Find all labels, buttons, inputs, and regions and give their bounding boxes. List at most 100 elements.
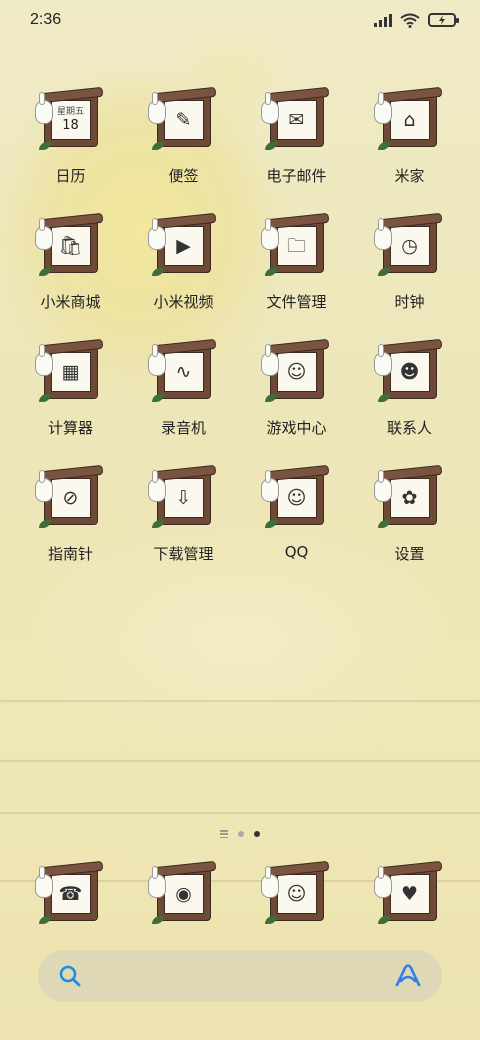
icon-glyph: ✿ (401, 486, 418, 509)
app-shortcut[interactable]: ✿ 设置 (353, 462, 466, 588)
leaf-decoration (377, 268, 390, 276)
search-icon[interactable] (58, 964, 82, 988)
settings-icon[interactable]: ✿ (373, 466, 442, 530)
status-bar: 2:36 (0, 0, 480, 40)
icon-glyph: ⌂ (403, 108, 416, 131)
page-dot[interactable] (238, 831, 244, 837)
email-icon[interactable]: ✉ (260, 88, 329, 152)
icon-glyph: ∿ (175, 360, 192, 383)
icon-glyph: ▦ (61, 360, 80, 383)
dock: ☎ ◉ ☺ ♥ (14, 858, 466, 928)
calendar-date: 星期五 18 (51, 100, 91, 140)
battery-charging-icon (428, 13, 459, 27)
app-label: 联系人 (386, 419, 432, 437)
app-label: 录音机 (160, 419, 206, 437)
app-label: 小米视频 (153, 293, 214, 311)
menu-lines-icon[interactable] (220, 830, 228, 838)
recorder-icon[interactable]: ∿ (147, 340, 216, 404)
icon-glyph: ♥ (400, 882, 419, 905)
app-shortcut[interactable]: 🗀 文件管理 (240, 210, 353, 336)
leaf-decoration (151, 142, 164, 150)
clock-icon[interactable]: ◷ (373, 214, 442, 278)
leaf-decoration (264, 142, 277, 150)
app-grid: 星期五 18 日历 ✎ 便签 ✉ 电子邮件 ⌂ 米家 🛍 小米商城 ▶ 小米视频 🗀 文件管理 ◷ 时钟 ▦ 计算器… (14, 84, 466, 588)
app-label: 时钟 (394, 293, 425, 311)
leaf-decoration (151, 268, 164, 276)
icon-glyph: ▶ (176, 234, 191, 257)
icon-glyph: ☺ (286, 360, 307, 383)
icon-glyph: ✉ (288, 108, 305, 131)
icon-glyph: ⇩ (175, 486, 192, 509)
phone-icon[interactable]: ☎ (34, 862, 103, 926)
qq-icon[interactable]: ☺ (260, 466, 329, 530)
compass-icon[interactable]: ⊘ (34, 466, 103, 530)
leaf-decoration (38, 916, 51, 924)
app-shortcut[interactable]: 🛍 小米商城 (14, 210, 127, 336)
assistant-icon[interactable] (394, 964, 422, 988)
messages-icon[interactable]: ◉ (147, 862, 216, 926)
calculator-icon[interactable]: ▦ (34, 340, 103, 404)
app-shortcut[interactable]: ☺ QQ (240, 462, 353, 588)
app-shortcut[interactable]: ☺ 游戏中心 (240, 336, 353, 462)
calendar-weekday: 星期五 (56, 107, 84, 117)
wallpaper-wave (0, 760, 480, 762)
app-shortcut[interactable]: ▦ 计算器 (14, 336, 127, 462)
app-shortcut[interactable]: ▶ 小米视频 (127, 210, 240, 336)
app-shortcut[interactable]: ⊘ 指南针 (14, 462, 127, 588)
app-shortcut[interactable]: ⌂ 米家 (353, 84, 466, 210)
mi-video-icon[interactable]: ▶ (147, 214, 216, 278)
icon-glyph: ☻ (399, 360, 420, 383)
leaf-decoration (377, 520, 390, 528)
status-time: 2:36 (30, 11, 62, 28)
app-label: QQ (284, 543, 309, 561)
app-shortcut[interactable]: ⇩ 下载管理 (127, 462, 240, 588)
mi-store-icon[interactable]: 🛍 (34, 214, 103, 278)
app-shortcut[interactable]: ✉ 电子邮件 (240, 84, 353, 210)
leaf-decoration (264, 520, 277, 528)
leaf-decoration (38, 520, 51, 528)
app-label: 游戏中心 (266, 419, 327, 437)
icon-glyph: 🗀 (286, 234, 306, 257)
mi-home-icon[interactable]: ⌂ (373, 88, 442, 152)
app-shortcut[interactable]: 星期五 18 日历 (14, 84, 127, 210)
download-icon[interactable]: ⇩ (147, 466, 216, 530)
gallery-icon[interactable]: ♥ (373, 862, 442, 926)
wallpaper-wave (0, 700, 480, 702)
leaf-decoration (377, 916, 390, 924)
app-label: 日历 (55, 167, 86, 185)
icon-glyph: ⊘ (62, 486, 79, 509)
game-center-icon[interactable]: ☺ (260, 340, 329, 404)
app-label: 小米商城 (40, 293, 101, 311)
dock-item[interactable]: ♥ (353, 858, 466, 928)
dock-item[interactable]: ☎ (14, 858, 127, 928)
icon-glyph: ✎ (175, 108, 192, 131)
app-shortcut[interactable]: ∿ 录音机 (127, 336, 240, 462)
app-label: 文件管理 (266, 293, 327, 311)
browser-icon[interactable]: ☺ (260, 862, 329, 926)
leaf-decoration (264, 268, 277, 276)
leaf-decoration (377, 394, 390, 402)
icon-glyph: ◉ (175, 882, 192, 905)
leaf-decoration (151, 394, 164, 402)
file-manager-icon[interactable]: 🗀 (260, 214, 329, 278)
search-bar[interactable] (38, 950, 442, 1002)
page-indicator (0, 830, 480, 838)
leaf-decoration (38, 394, 51, 402)
app-label: 下载管理 (153, 545, 214, 563)
calendar-icon[interactable]: 星期五 18 (34, 88, 103, 152)
icon-glyph: ☺ (286, 486, 307, 509)
leaf-decoration (151, 916, 164, 924)
app-shortcut[interactable]: ✎ 便签 (127, 84, 240, 210)
page-dot-active[interactable] (254, 831, 260, 837)
dock-item[interactable]: ☺ (240, 858, 353, 928)
app-shortcut[interactable]: ◷ 时钟 (353, 210, 466, 336)
dock-item[interactable]: ◉ (127, 858, 240, 928)
leaf-decoration (38, 268, 51, 276)
status-icons (374, 13, 459, 28)
app-label: 计算器 (47, 419, 93, 437)
leaf-decoration (264, 394, 277, 402)
app-shortcut[interactable]: ☻ 联系人 (353, 336, 466, 462)
leaf-decoration (377, 142, 390, 150)
notes-icon[interactable]: ✎ (147, 88, 216, 152)
contacts-icon[interactable]: ☻ (373, 340, 442, 404)
